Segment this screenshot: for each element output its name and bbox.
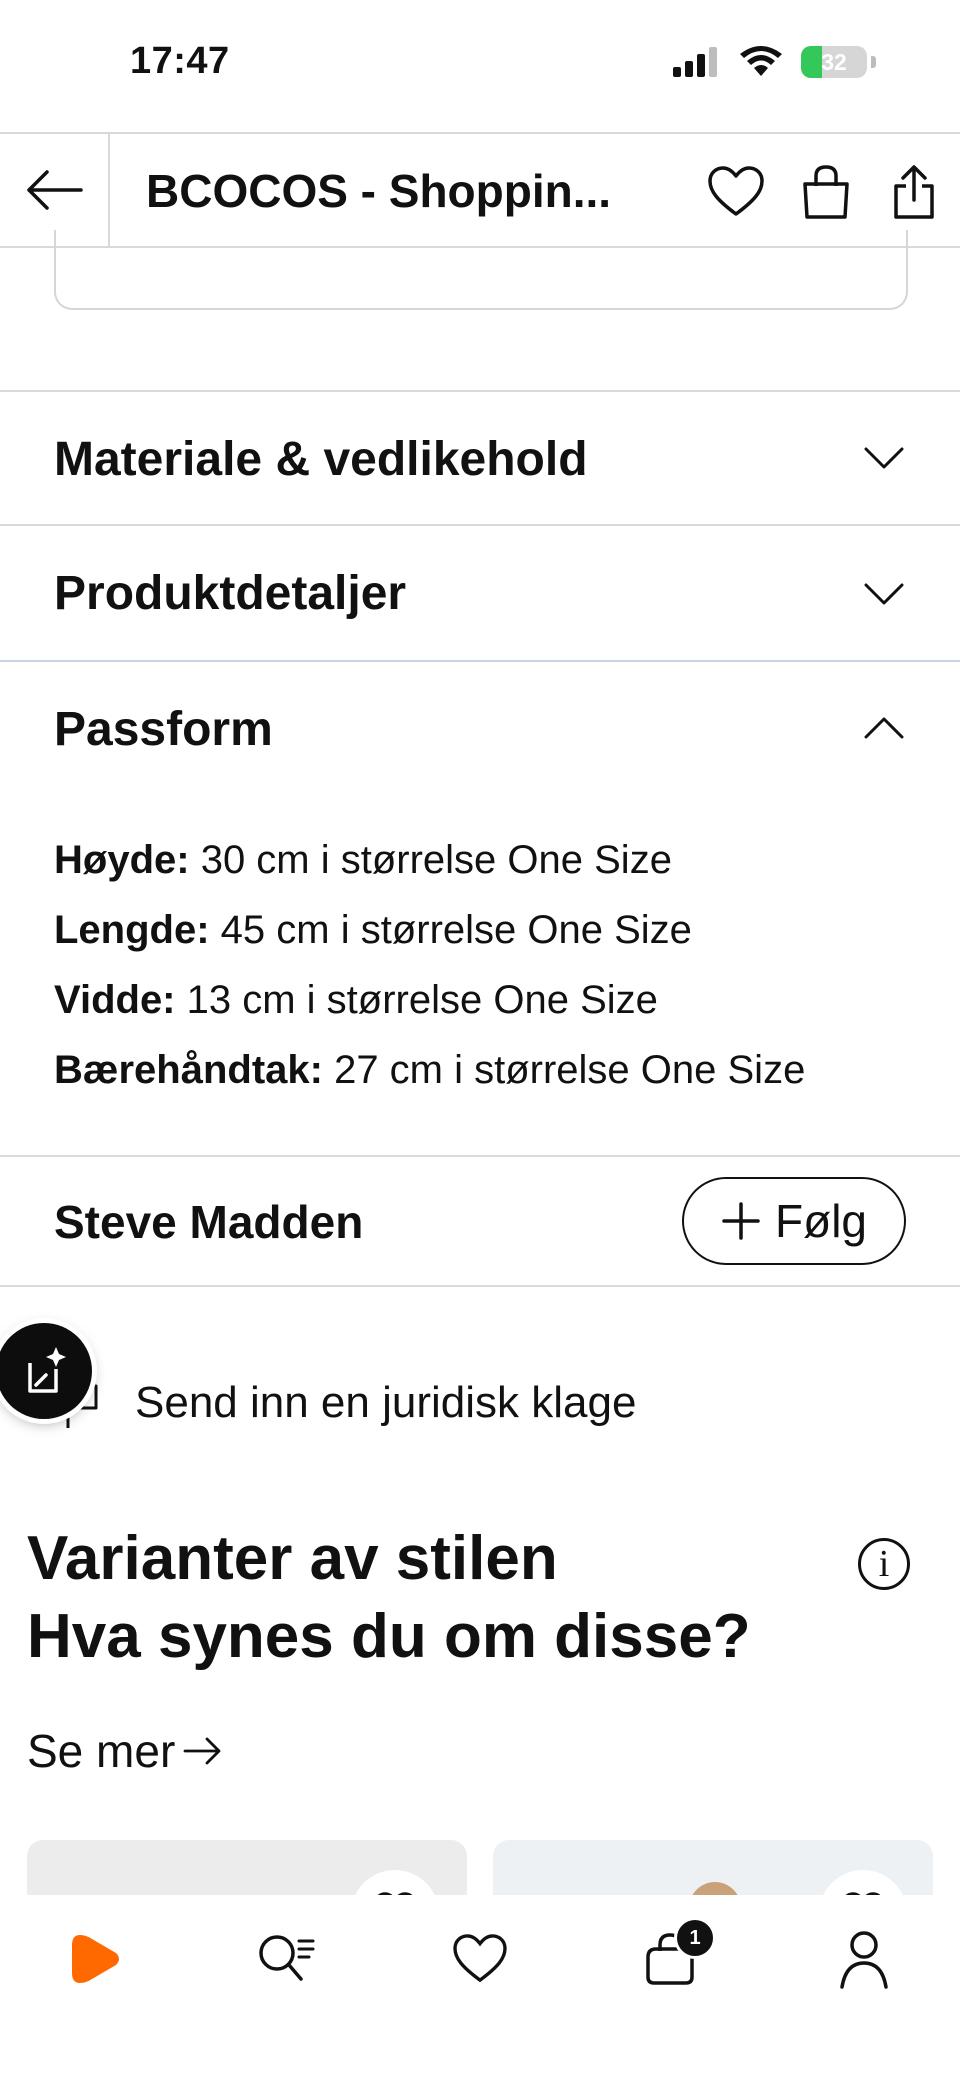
heart-icon [708, 166, 764, 216]
spec-length: Lengde: 45 cm i størrelse One Size [54, 908, 692, 953]
spec-label: Høyde: [54, 838, 190, 882]
spec-value: 27 cm i størrelse One Size [322, 1048, 806, 1092]
share-button[interactable] [884, 164, 944, 220]
accordion-details-label: Produktdetaljer [54, 567, 407, 620]
follow-button[interactable]: Følg [682, 1177, 906, 1265]
wishlist-button[interactable] [706, 164, 766, 220]
profile-icon [840, 1931, 888, 1989]
chevron-down-icon [864, 447, 904, 469]
spec-label: Bærehåndtak: [54, 1048, 323, 1092]
nav-cart[interactable]: 1 [630, 1917, 716, 1999]
ai-assistant-button[interactable] [0, 1323, 92, 1419]
cart-badge: 1 [674, 1917, 716, 1959]
see-more-label: Se mer [27, 1725, 176, 1777]
nav-profile[interactable] [824, 1919, 904, 1999]
share-icon [894, 165, 934, 219]
accordion-details[interactable]: Produktdetaljer [0, 524, 960, 660]
page-title: BCOCOS - Shoppin... [146, 165, 612, 217]
wishlist-icon [453, 1934, 507, 1983]
search-icon [259, 1935, 315, 1981]
home-logo-icon [72, 1935, 119, 1983]
spec-value: 45 cm i størrelse One Size [209, 908, 692, 952]
accordion-material[interactable]: Materiale & vedlikehold [0, 390, 960, 524]
back-arrow-icon [27, 170, 83, 210]
bag-icon [803, 165, 849, 219]
accordion-fit-label[interactable]: Passform [54, 702, 273, 757]
accordion-material-label: Materiale & vedlikehold [54, 433, 588, 486]
brand-row: Steve Madden Følg [0, 1155, 960, 1287]
variants-title-line1: Varianter av stilen [27, 1524, 558, 1593]
info-icon[interactable]: i [858, 1538, 910, 1590]
see-more-link[interactable]: Se mer [27, 1724, 223, 1778]
spec-label: Vidde: [54, 978, 176, 1022]
spec-label: Lengde: [54, 908, 210, 952]
cart-button[interactable] [796, 164, 856, 220]
spec-value: 13 cm i størrelse One Size [175, 978, 658, 1022]
status-icons: 32 [671, 46, 876, 78]
legal-complaint-link[interactable]: Send inn en juridisk klage [135, 1378, 636, 1428]
spec-width: Vidde: 13 cm i størrelse One Size [54, 978, 658, 1023]
battery-indicator: 32 [801, 46, 867, 78]
wifi-icon [740, 46, 782, 76]
nav-home[interactable] [56, 1919, 136, 1999]
battery-text: 32 [821, 48, 847, 75]
spec-handle: Bærehåndtak: 27 cm i størrelse One Size [54, 1048, 805, 1093]
chevron-up-icon[interactable] [864, 716, 904, 740]
nav-search[interactable] [246, 1919, 326, 1999]
signal-icon [673, 47, 717, 77]
arrow-right-icon [183, 1737, 221, 1765]
spec-value: 30 cm i størrelse One Size [189, 838, 672, 882]
spec-height: Høyde: 30 cm i størrelse One Size [54, 838, 672, 883]
variants-title: Varianter av stilen Hva synes du om diss… [27, 1520, 751, 1676]
bottom-nav: 1 [0, 1895, 960, 2081]
status-time: 17:47 [130, 40, 230, 82]
battery-cap [871, 56, 876, 68]
variants-title-line2: Hva synes du om disse? [27, 1602, 751, 1671]
follow-label: Følg [775, 1195, 867, 1247]
plus-icon [722, 1202, 760, 1240]
chevron-down-icon [864, 583, 904, 605]
brand-name[interactable]: Steve Madden [54, 1195, 363, 1249]
ai-assistant-icon [28, 1347, 66, 1393]
nav-wishlist[interactable] [440, 1919, 520, 1999]
partial-card [54, 230, 908, 310]
